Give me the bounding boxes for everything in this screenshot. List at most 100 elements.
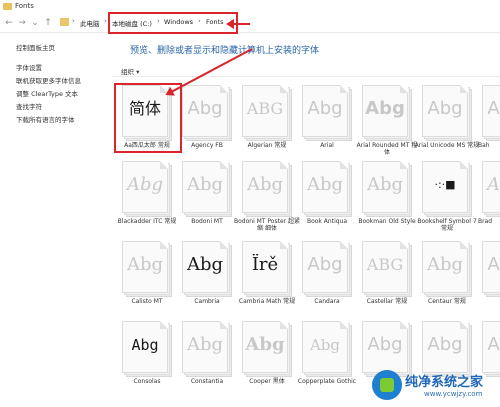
font-tile-cambria-math[interactable]: Ïrě Cambria Math 常规 <box>238 241 296 311</box>
font-name: Arial Unicode MS 常规 <box>414 142 480 149</box>
font-name: Blackadder ITC 常规 <box>117 218 177 225</box>
font-preview: Ïrě <box>251 254 279 275</box>
organize-menu-button[interactable]: 组织 ▾ <box>121 66 139 76</box>
window-title: Fonts <box>15 2 34 10</box>
font-name: Cooper 黑体 <box>249 378 285 385</box>
font-tile-copperplate[interactable]: Abg Copperplate Gothic <box>298 321 356 391</box>
font-preview: Abg <box>307 98 343 119</box>
font-tile-consolas[interactable]: Abg Consolas <box>118 321 176 391</box>
font-preview: Abg <box>486 174 500 195</box>
font-name: Castellar 常规 <box>366 298 408 305</box>
font-preview: Abg <box>126 174 164 195</box>
font-tile-book-antiqua[interactable]: Abg Book Antiqua <box>298 161 356 231</box>
font-preview: Abg <box>245 334 285 355</box>
address-bar[interactable]: ← → ⌄ ↑ › 此电脑 › 本地磁盘 (C:) › Windows › Fo… <box>0 14 500 33</box>
font-preview: Abg <box>426 254 464 275</box>
font-name: Centaur 常规 <box>428 298 466 305</box>
font-tile-bookshelf-symbol[interactable]: ·:·■ Bookshelf Symbol 7 常规 <box>417 161 477 232</box>
font-preview: Abg <box>487 334 500 355</box>
font-tile-bah[interactable]: Abg Bah <box>478 85 500 155</box>
font-tile-blackadder[interactable]: Abg Blackadder ITC 常规 <box>118 161 176 231</box>
font-preview: Abg <box>246 174 284 195</box>
font-tile-cambria[interactable]: Abg Cambria <box>178 241 236 311</box>
font-name: Book Antiqua <box>306 218 348 225</box>
font-preview: Abg <box>187 98 223 119</box>
font-preview: Abg <box>427 334 463 355</box>
sidebar-item-get-more-fonts[interactable]: 联机获取更多字体信息 <box>16 75 81 85</box>
font-name: Agency FB <box>191 142 223 149</box>
font-preview: Abg <box>186 174 224 195</box>
sidebar-item-font-settings[interactable]: 字体设置 <box>16 62 42 72</box>
font-name: Calisto MT <box>131 298 163 305</box>
font-preview: Abg <box>307 254 343 275</box>
font-tile-agency-fb[interactable]: Abg Agency FB <box>178 85 236 155</box>
font-tile-calisto[interactable]: Abg Calisto MT <box>118 241 176 311</box>
font-tile-candara[interactable]: Abg Candara <box>298 241 356 311</box>
sidebar-item-control-panel-home[interactable]: 控制面板主页 <box>16 42 55 52</box>
font-preview: Abg <box>186 254 224 275</box>
font-name: Bodoni MT <box>191 218 223 225</box>
font-name: Arial <box>320 142 334 149</box>
font-tile-brad[interactable]: Abg Brad <box>478 161 500 231</box>
history-dropdown-icon[interactable]: ⌄ <box>29 17 41 29</box>
font-preview: ·:·■ <box>434 178 456 191</box>
sidebar-item-find-character[interactable]: 查找字符 <box>16 101 42 111</box>
font-name: Brad <box>478 218 493 225</box>
forward-arrow-icon[interactable]: → <box>16 17 28 29</box>
font-preview: ABG <box>246 99 284 118</box>
font-tile-centaur[interactable]: Abg Centaur 常规 <box>418 241 476 311</box>
watermark: 纯净系统之家 www.ycwjzy.com <box>372 368 496 404</box>
font-tile-constantia[interactable]: Abg Constantia <box>178 321 236 391</box>
font-name: Cambria Math 常规 <box>238 298 296 305</box>
font-preview: Abg <box>487 98 500 119</box>
font-name: Bodoni MT Poster 超紧缩 细体 <box>234 218 301 232</box>
font-name: Cambria <box>194 298 220 305</box>
font-name: Constantia <box>190 378 224 385</box>
breadcrumb-separator: › <box>72 17 75 25</box>
font-preview: ABG <box>366 255 404 274</box>
font-tile-arial-rounded[interactable]: Abg Arial Rounded MT 粗体 <box>357 85 417 156</box>
font-preview: Abg <box>186 334 224 355</box>
page-title: 预览、删除或者显示和隐藏计算机上安装的字体 <box>130 46 320 56</box>
up-arrow-icon[interactable]: ↑ <box>42 17 54 29</box>
breadcrumb-separator: › <box>104 17 107 25</box>
watermark-url: www.ycwjzy.com <box>424 390 483 398</box>
sidebar-item-download-fonts[interactable]: 下载所有语言的字体 <box>16 114 75 124</box>
font-name: Copperplate Gothic <box>297 378 357 385</box>
font-tile-algerian[interactable]: ABG Algerian 常规 <box>238 85 296 155</box>
folder-icon <box>60 18 69 26</box>
back-arrow-icon[interactable]: ← <box>3 17 15 29</box>
font-name: Bookman Old Style <box>358 218 416 225</box>
font-preview: Abg <box>131 336 159 354</box>
font-tile-bodoni-mt[interactable]: Abg Bodoni MT <box>178 161 236 231</box>
font-name: Bookshelf Symbol 7 常规 <box>417 218 477 232</box>
font-tile-bodoni-poster[interactable]: Abg Bodoni MT Poster 超紧缩 细体 <box>234 161 300 232</box>
sidebar: 控制面板主页 字体设置 联机获取更多字体信息 调整 ClearType 文本 查… <box>0 33 112 407</box>
font-name: Algerian 常规 <box>247 142 287 149</box>
font-name: Bah <box>478 142 490 149</box>
font-tile-arial[interactable]: Abg Arial <box>298 85 356 155</box>
font-preview: Abg <box>309 336 341 354</box>
title-bar: Fonts <box>0 0 500 14</box>
sidebar-item-cleartype[interactable]: 调整 ClearType 文本 <box>16 88 78 98</box>
font-preview: Abg <box>487 254 500 275</box>
folder-icon <box>3 3 12 10</box>
font-preview: Abg <box>306 174 344 195</box>
watermark-title: 纯净系统之家 <box>405 375 484 390</box>
font-preview: Abg <box>427 98 463 119</box>
font-preview: Abg <box>366 174 404 195</box>
font-preview: Abg <box>126 254 164 275</box>
font-name: Consolas <box>133 378 161 385</box>
font-tile-castellar[interactable]: ABG Castellar 常规 <box>358 241 416 311</box>
font-tile-bookman[interactable]: Abg Bookman Old Style <box>358 161 416 231</box>
font-tile-cooper[interactable]: Abg Cooper 黑体 <box>238 321 296 391</box>
annotation-highlight-box <box>108 12 238 34</box>
divider <box>112 76 500 77</box>
font-name: Candara <box>314 298 340 305</box>
font-preview: Abg <box>367 334 403 355</box>
font-tile-arial-unicode[interactable]: Abg Arial Unicode MS 常规 <box>415 85 479 155</box>
font-name: Arial Rounded MT 粗体 <box>356 142 418 156</box>
font-tile-partial[interactable]: Abg <box>478 241 500 311</box>
breadcrumb-this-pc[interactable]: 此电脑 <box>80 18 100 28</box>
font-preview: Abg <box>365 98 405 119</box>
